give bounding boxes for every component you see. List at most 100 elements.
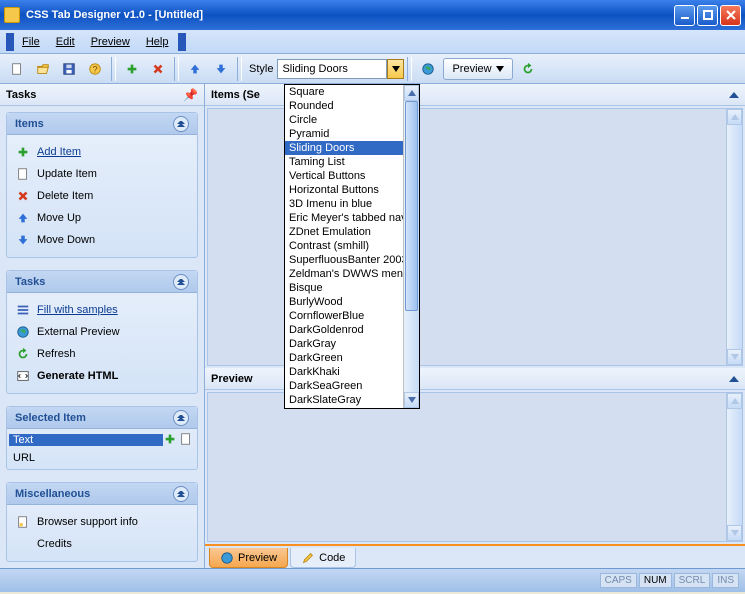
collapse-triangle-icon[interactable] [729, 376, 739, 382]
preview-scrollbar[interactable] [726, 393, 742, 541]
pin-icon[interactable]: 📌 [183, 88, 198, 102]
items-scrollbar[interactable] [726, 109, 742, 365]
code-icon [15, 368, 31, 384]
style-option[interactable]: FireBrick [285, 407, 403, 408]
style-option[interactable]: DarkSeaGreen [285, 379, 403, 393]
link-move-up[interactable]: Move Up [13, 207, 191, 229]
style-option[interactable]: 3D Imenu in blue [285, 197, 403, 211]
scroll-down-button[interactable] [404, 392, 419, 408]
style-option[interactable]: Horizontal Buttons [285, 183, 403, 197]
moveup-button[interactable] [183, 57, 207, 81]
window-title: CSS Tab Designer v1.0 - [Untitled] [26, 9, 203, 21]
preview-globe-button[interactable] [416, 57, 440, 81]
scroll-thumb[interactable] [405, 101, 418, 311]
property-row-text[interactable]: Text [9, 431, 195, 449]
menu-help[interactable]: Help [138, 33, 177, 51]
style-option[interactable]: ZDnet Emulation [285, 225, 403, 239]
link-browser-support[interactable]: Browser support info [13, 511, 191, 533]
style-option[interactable]: Pyramid [285, 127, 403, 141]
style-option[interactable]: Bisque [285, 281, 403, 295]
style-input[interactable] [277, 59, 387, 79]
window-titlebar: CSS Tab Designer v1.0 - [Untitled] [0, 0, 745, 30]
style-option[interactable]: DarkKhaki [285, 365, 403, 379]
link-external-preview[interactable]: External Preview [13, 321, 191, 343]
globe-icon [15, 324, 31, 340]
scroll-up-button[interactable] [727, 109, 742, 125]
scroll-up-button[interactable] [404, 85, 419, 101]
style-label: Style [249, 63, 273, 75]
style-option[interactable]: CornflowerBlue [285, 309, 403, 323]
style-option[interactable]: DarkGreen [285, 351, 403, 365]
arrow-down-icon [15, 232, 31, 248]
link-credits[interactable]: Credits [13, 533, 191, 555]
panel-selected-header[interactable]: Selected Item [7, 407, 197, 429]
close-button[interactable] [720, 5, 741, 26]
menubar: File Edit Preview Help [0, 30, 745, 54]
panel-misc-header[interactable]: Miscellaneous [7, 483, 197, 505]
link-generate-html[interactable]: Generate HTML [13, 365, 191, 387]
new-button[interactable] [5, 57, 29, 81]
dropdown-scrollbar[interactable] [403, 85, 419, 408]
preview-button[interactable]: Preview [443, 58, 512, 80]
movedown-button[interactable] [209, 57, 233, 81]
style-combo[interactable] [277, 59, 404, 79]
style-option[interactable]: Sliding Doors [285, 141, 403, 155]
menu-end-icon [178, 33, 186, 51]
refresh-icon [15, 346, 31, 362]
style-option[interactable]: Contrast (smhill) [285, 239, 403, 253]
document-icon [15, 166, 31, 182]
style-dropdown-button[interactable] [387, 59, 404, 79]
bottom-tabs: Preview Code [205, 544, 745, 568]
chevron-up-icon [173, 116, 189, 132]
plus-icon [15, 144, 31, 160]
style-option[interactable]: BurlyWood [285, 295, 403, 309]
scroll-down-button[interactable] [727, 525, 742, 541]
style-dropdown-list[interactable]: SquareRoundedCirclePyramidSliding DoorsT… [284, 84, 420, 409]
tab-preview[interactable]: Preview [209, 548, 288, 568]
minimize-button[interactable] [674, 5, 695, 26]
tab-code[interactable]: Code [290, 548, 356, 568]
chevron-up-icon [173, 486, 189, 502]
delete-button[interactable] [146, 57, 170, 81]
style-option[interactable]: Rounded [285, 99, 403, 113]
link-fill-samples[interactable]: Fill with samples [13, 299, 191, 321]
style-option[interactable]: Eric Meyer's tabbed navbar [285, 211, 403, 225]
scroll-up-button[interactable] [727, 393, 742, 409]
link-add-item[interactable]: Add Item [13, 141, 191, 163]
status-num: NUM [639, 573, 672, 588]
menu-preview[interactable]: Preview [83, 33, 138, 51]
style-option[interactable]: Taming List [285, 155, 403, 169]
link-delete-item[interactable]: Delete Item [13, 185, 191, 207]
link-move-down[interactable]: Move Down [13, 229, 191, 251]
collapse-triangle-icon[interactable] [729, 92, 739, 98]
toolbar-separator [111, 57, 116, 81]
pencil-icon [301, 551, 315, 565]
style-option[interactable]: DarkSlateGray [285, 393, 403, 407]
style-option[interactable]: Square [285, 85, 403, 99]
link-update-item[interactable]: Update Item [13, 163, 191, 185]
style-option[interactable]: DarkGray [285, 337, 403, 351]
plus-icon[interactable] [163, 432, 179, 448]
panel-items-header[interactable]: Items [7, 113, 197, 135]
refresh-button[interactable] [516, 57, 540, 81]
style-option[interactable]: Circle [285, 113, 403, 127]
property-row-url[interactable]: URL [9, 449, 195, 467]
style-option[interactable]: DarkGoldenrod [285, 323, 403, 337]
menu-file[interactable]: File [14, 33, 48, 51]
style-option[interactable]: Zeldman's DWWS menu [285, 267, 403, 281]
maximize-button[interactable] [697, 5, 718, 26]
chevron-up-icon [173, 274, 189, 290]
add-button[interactable] [120, 57, 144, 81]
style-option[interactable]: SuperfluousBanter 2003 [285, 253, 403, 267]
arrow-up-icon [15, 210, 31, 226]
panel-tasks-header[interactable]: Tasks [7, 271, 197, 293]
open-button[interactable] [31, 57, 55, 81]
style-option[interactable]: Vertical Buttons [285, 169, 403, 183]
help-button[interactable]: ? [83, 57, 107, 81]
document-icon[interactable] [179, 432, 195, 448]
link-refresh[interactable]: Refresh [13, 343, 191, 365]
menu-edit[interactable]: Edit [48, 33, 83, 51]
save-button[interactable] [57, 57, 81, 81]
panel-items: Items Add Item Update Item Delete Item M… [6, 112, 198, 258]
scroll-down-button[interactable] [727, 349, 742, 365]
